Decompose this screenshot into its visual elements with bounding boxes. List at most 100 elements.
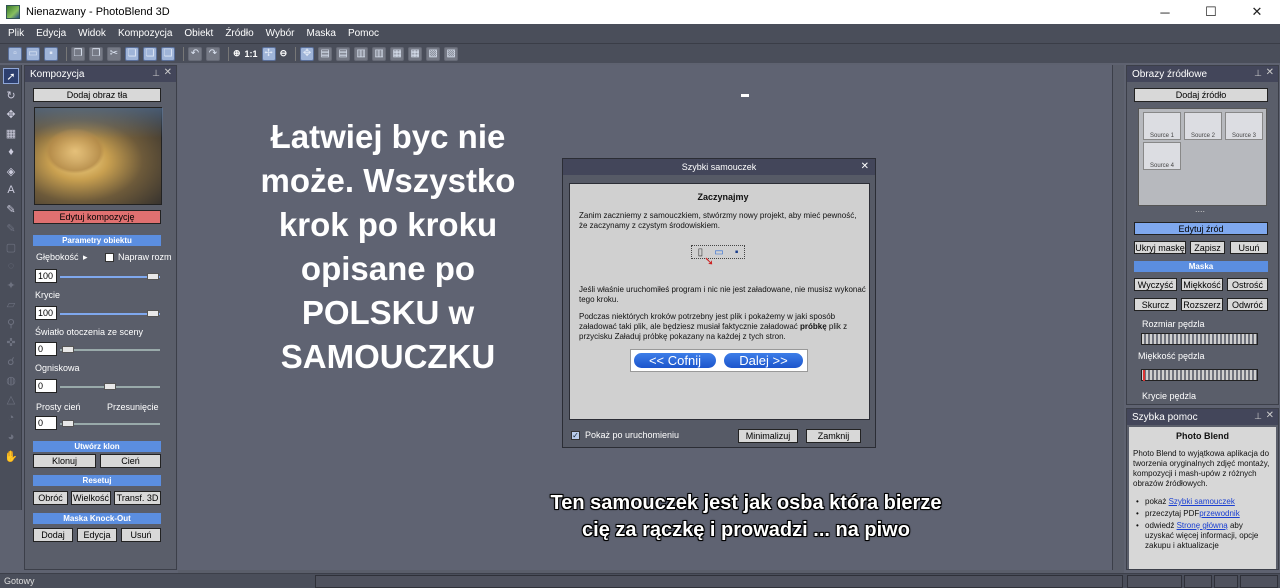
- close-icon[interactable]: ✕: [164, 67, 172, 78]
- brush-softness-slider[interactable]: [1141, 369, 1258, 381]
- homepage-link[interactable]: Stronę główną: [1177, 521, 1228, 530]
- add-source-button[interactable]: Dodaj źródło: [1134, 88, 1268, 102]
- brush-size-slider[interactable]: [1141, 333, 1258, 345]
- rotate-button[interactable]: Obróć: [33, 491, 68, 505]
- shadow-slider[interactable]: [60, 423, 160, 425]
- light-tool-icon[interactable]: ♦: [3, 144, 19, 160]
- ambient-field[interactable]: 0: [35, 342, 57, 356]
- expand-button[interactable]: Rozszerz: [1181, 298, 1223, 311]
- pin-icon[interactable]: ⊥: [1254, 411, 1262, 422]
- source-thumb-4[interactable]: Source 4: [1143, 142, 1181, 170]
- pointer-tool-icon[interactable]: ➚: [3, 68, 19, 84]
- remove-source-button[interactable]: Usuń: [1230, 241, 1268, 254]
- opacity-slider-thumb[interactable]: [147, 310, 159, 317]
- distribute-2-icon[interactable]: ▦: [408, 46, 423, 61]
- mask-tool-icon[interactable]: ◈: [3, 163, 19, 179]
- layers-3-icon[interactable]: ❏: [161, 46, 175, 61]
- shadow-slider-thumb[interactable]: [62, 420, 74, 427]
- menu-plik[interactable]: Plik: [8, 28, 24, 39]
- source-thumb-3[interactable]: Source 3: [1225, 112, 1263, 140]
- dialog-close-icon[interactable]: ✕: [861, 159, 869, 175]
- redo-icon[interactable]: ↷: [206, 46, 220, 61]
- shadow-button[interactable]: Cień: [100, 454, 161, 468]
- align-4-icon[interactable]: ▥: [372, 46, 387, 61]
- menu-edycja[interactable]: Edycja: [36, 28, 66, 39]
- hand-tool-icon[interactable]: ✋: [3, 448, 19, 464]
- sharpness-button[interactable]: Ostrość: [1227, 278, 1268, 291]
- close-icon[interactable]: ✕: [1266, 67, 1274, 78]
- perspective-tool-icon[interactable]: ▦: [3, 125, 19, 141]
- move-tool-icon[interactable]: ✥: [3, 106, 19, 122]
- knockout-edit-button[interactable]: Edycja: [77, 528, 117, 542]
- brush-tool-icon[interactable]: ✎: [3, 201, 19, 217]
- menu-maska[interactable]: Maska: [306, 28, 335, 39]
- back-button[interactable]: << Cofnij: [633, 352, 717, 369]
- transform-3d-button[interactable]: Transf. 3D: [114, 491, 161, 505]
- new-file-icon[interactable]: ▯: [698, 247, 704, 258]
- align-3-icon[interactable]: ▥: [354, 46, 369, 61]
- menu-kompozycja[interactable]: Kompozycja: [118, 28, 172, 39]
- cut-icon[interactable]: ✂: [107, 46, 121, 61]
- ambient-slider[interactable]: [60, 349, 160, 351]
- minimize-dialog-button[interactable]: Minimalizuj: [738, 429, 798, 443]
- tutorial-link[interactable]: Szybki samouczek: [1169, 497, 1235, 506]
- size-button[interactable]: Wielkość: [71, 491, 111, 505]
- smudge-tool-icon[interactable]: ☌: [3, 353, 19, 369]
- ambient-slider-thumb[interactable]: [62, 346, 74, 353]
- shrink-button[interactable]: Skurcz: [1134, 298, 1177, 311]
- pin-icon[interactable]: ⊥: [152, 68, 160, 79]
- minimize-button[interactable]: ─: [1142, 0, 1188, 24]
- blur-tool-icon[interactable]: ◍: [3, 372, 19, 388]
- softness-button[interactable]: Miękkość: [1181, 278, 1223, 291]
- new-file-icon[interactable]: ▫: [8, 46, 22, 61]
- clear-mask-button[interactable]: Wyczyść: [1134, 278, 1177, 291]
- wand-tool-icon[interactable]: ✦: [3, 277, 19, 293]
- depth-slider-thumb[interactable]: [147, 273, 159, 280]
- knockout-add-button[interactable]: Dodaj: [33, 528, 73, 542]
- shadow-field[interactable]: 0: [35, 416, 57, 430]
- align-2-icon[interactable]: ▤: [336, 46, 351, 61]
- save-icon[interactable]: ▪: [735, 247, 739, 258]
- menu-zrodlo[interactable]: Źródło: [225, 28, 253, 39]
- save-source-button[interactable]: Zapisz: [1190, 241, 1225, 254]
- clone-tool-icon[interactable]: ✜: [3, 334, 19, 350]
- depth-arrow-icon[interactable]: ▸: [83, 252, 88, 263]
- move-icon[interactable]: ✥: [300, 46, 315, 61]
- eraser-tool-icon[interactable]: ▱: [3, 296, 19, 312]
- zoom-out-icon[interactable]: ⊖: [280, 47, 288, 61]
- select-tool-icon[interactable]: ▢: [3, 239, 19, 255]
- edit-composition-button[interactable]: Edytuj kompozycję: [33, 210, 161, 224]
- layers-icon[interactable]: ❏: [125, 46, 139, 61]
- pin-icon[interactable]: ⊥: [1254, 68, 1262, 79]
- align-icon[interactable]: ▤: [318, 46, 333, 61]
- save-icon[interactable]: ▪: [44, 46, 58, 61]
- opacity-slider[interactable]: [60, 313, 160, 315]
- text-tool-icon[interactable]: A: [3, 182, 19, 198]
- source-thumb-1[interactable]: Source 1: [1143, 112, 1181, 140]
- fix-floor-checkbox[interactable]: [105, 253, 114, 262]
- source-thumb-2[interactable]: Source 2: [1184, 112, 1222, 140]
- copy-icon[interactable]: ❐: [71, 46, 85, 61]
- burn-tool-icon[interactable]: ◕: [3, 429, 19, 445]
- close-button[interactable]: ✕: [1234, 0, 1280, 24]
- knockout-remove-button[interactable]: Usuń: [121, 528, 161, 542]
- close-dialog-button[interactable]: Zamknij: [806, 429, 861, 443]
- dodge-tool-icon[interactable]: ◔: [3, 410, 19, 426]
- depth-slider[interactable]: [60, 276, 160, 278]
- depth-field[interactable]: 100: [35, 269, 57, 283]
- edit-source-button[interactable]: Edytuj źród: [1134, 222, 1268, 235]
- fit-icon[interactable]: ✢: [261, 46, 276, 61]
- open-folder-icon[interactable]: ▭: [26, 46, 40, 61]
- opacity-field[interactable]: 100: [35, 306, 57, 320]
- guide-link[interactable]: przewodnik: [1199, 509, 1239, 518]
- lasso-tool-icon[interactable]: ◌: [3, 258, 19, 274]
- paste-icon[interactable]: ❐: [89, 46, 103, 61]
- rotate-tool-icon[interactable]: ↻: [3, 87, 19, 103]
- maximize-button[interactable]: ☐: [1188, 0, 1234, 24]
- next-button[interactable]: Dalej >>: [723, 352, 804, 369]
- focal-slider-thumb[interactable]: [104, 383, 116, 390]
- undo-icon[interactable]: ↶: [188, 46, 202, 61]
- add-background-button[interactable]: Dodaj obraz tła: [33, 88, 161, 102]
- open-folder-icon[interactable]: ▭: [714, 247, 723, 258]
- pencil-tool-icon[interactable]: ✎: [3, 220, 19, 236]
